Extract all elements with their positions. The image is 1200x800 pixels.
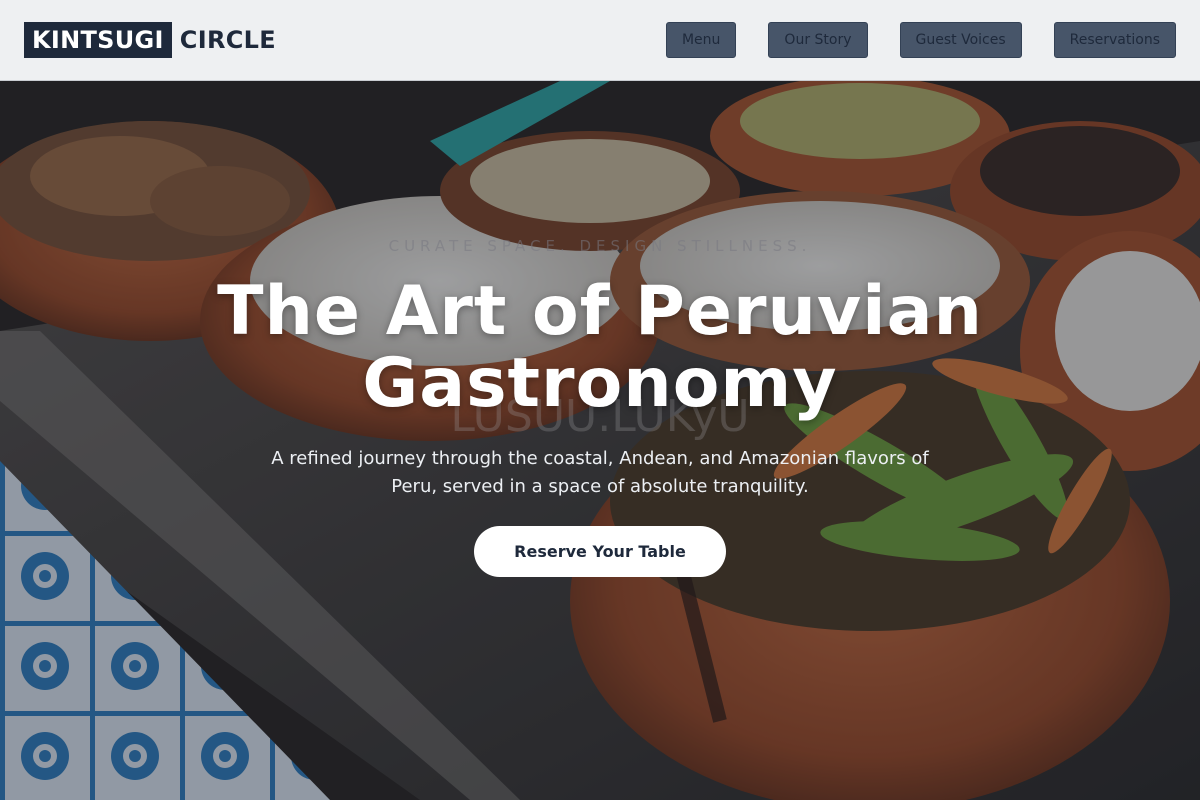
site-header: KINTSUGI CIRCLE Menu Our Story Guest Voi… <box>0 0 1200 81</box>
reserve-table-button[interactable]: Reserve Your Table <box>474 526 726 577</box>
hero-section: CURATE SPACE. DESIGN STILLNESS. LUSUU.LU… <box>0 81 1200 800</box>
brand-logo[interactable]: KINTSUGI CIRCLE <box>24 22 276 58</box>
nav-menu-button[interactable]: Menu <box>665 22 737 58</box>
nav-guest-voices-button[interactable]: Guest Voices <box>899 22 1022 58</box>
brand-logo-text: CIRCLE <box>179 26 276 54</box>
main-nav: Menu Our Story Guest Voices Reservations <box>665 22 1176 58</box>
hero-title-line2: Gastronomy <box>362 344 838 423</box>
brand-logo-mark: KINTSUGI <box>24 22 172 58</box>
hero-subtitle: A refined journey through the coastal, A… <box>271 448 929 497</box>
hero-title: The Art of Peruvian Gastronomy <box>150 276 1050 420</box>
hero-title-line1: The Art of Peruvian <box>217 272 983 351</box>
nav-reservations-button[interactable]: Reservations <box>1053 22 1176 58</box>
hero-eyebrow: CURATE SPACE. DESIGN STILLNESS. <box>388 237 812 255</box>
nav-our-story-button[interactable]: Our Story <box>768 22 868 58</box>
